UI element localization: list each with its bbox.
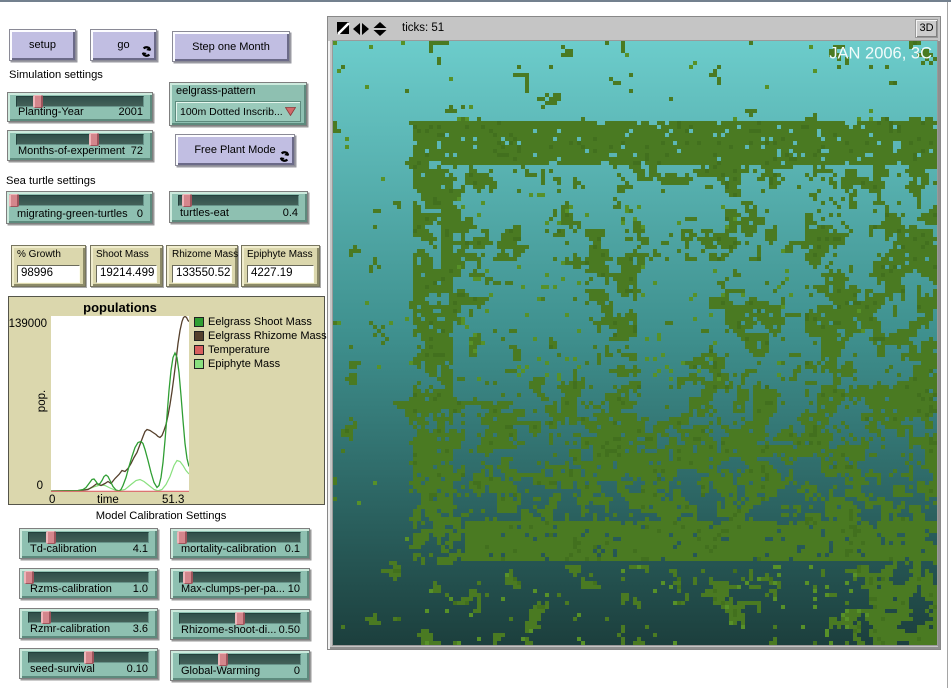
svg-text:JAN 2006, 3C: JAN 2006, 3C — [829, 45, 932, 63]
